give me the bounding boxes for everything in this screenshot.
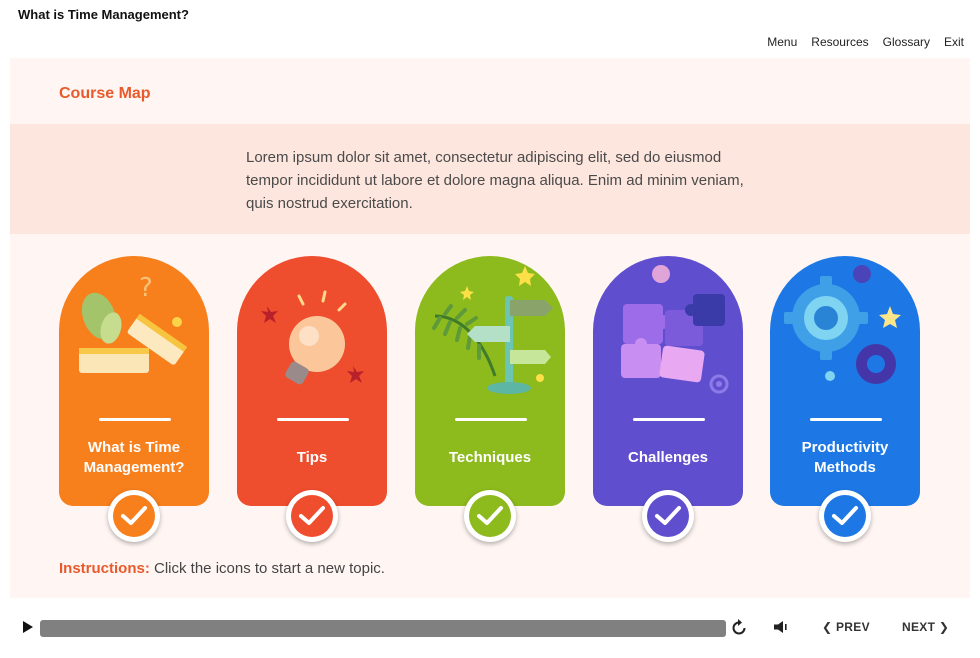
checkmark-icon (655, 506, 681, 525)
next-button[interactable]: NEXT ❯ (902, 620, 949, 634)
topic-card-challenges[interactable]: Challenges (593, 256, 743, 506)
topic-complete-check-productivity-methods[interactable] (819, 490, 871, 542)
replay-icon[interactable] (730, 619, 748, 637)
checkmark-icon (477, 506, 503, 525)
topic-label: Challenges (627, 449, 709, 466)
topic-label: What is Time Management? (83, 439, 185, 476)
lightbulb-icon (261, 290, 364, 385)
topic-complete-check-tips[interactable] (286, 490, 338, 542)
seek-bar[interactable] (40, 620, 726, 637)
glossary-link[interactable]: Glossary (883, 35, 930, 49)
prev-button[interactable]: ❮ PREV (822, 620, 870, 634)
menu-link[interactable]: Menu (767, 35, 797, 49)
exit-link[interactable]: Exit (944, 35, 964, 49)
topic-complete-check-techniques[interactable] (464, 490, 516, 542)
play-icon[interactable] (22, 620, 34, 634)
checkmark-icon (299, 506, 325, 525)
instructions-label: Instructions: (59, 560, 150, 577)
card-divider (633, 418, 705, 421)
volume-icon[interactable] (773, 620, 789, 634)
player-controls: ❮ PREV NEXT ❯ (0, 615, 980, 641)
chevron-right-icon: ❯ (935, 620, 950, 634)
chevron-left-icon: ❮ (822, 620, 836, 634)
topic-complete-check-what-is-time-management[interactable] (108, 490, 160, 542)
topic-card-techniques[interactable]: Techniques (415, 256, 565, 506)
checkmark-icon (832, 506, 858, 525)
svg-text:?: ? (139, 273, 153, 303)
top-navigation: Menu Resources Glossary Exit (767, 35, 964, 49)
intro-text: Lorem ipsum dolor sit amet, consectetur … (246, 149, 744, 212)
resources-link[interactable]: Resources (811, 35, 868, 49)
intro-band: Lorem ipsum dolor sit amet, consectetur … (10, 124, 970, 234)
card-divider (455, 418, 527, 421)
slide-content: Course Map Lorem ipsum dolor sit amet, c… (10, 58, 970, 598)
gears-icon (784, 265, 901, 384)
instructions-text: Click the icons to start a new topic. (149, 560, 385, 577)
card-divider (99, 418, 171, 421)
instructions: Instructions: Click the icons to start a… (59, 560, 385, 577)
checkmark-icon (121, 506, 147, 525)
slide-heading: Course Map (59, 85, 151, 102)
topic-label: Tips (296, 449, 328, 466)
topic-card-what-is-time-management[interactable]: ? What is Time Management? (59, 256, 209, 506)
topic-card-productivity-methods[interactable]: Productivity Methods (770, 256, 920, 506)
puzzle-icon (621, 265, 729, 394)
books-plant-icon: ? (79, 273, 188, 373)
course-title: What is Time Management? (18, 7, 189, 22)
topic-label: Techniques (448, 449, 532, 466)
topic-complete-check-challenges[interactable] (642, 490, 694, 542)
topic-card-tips[interactable]: Tips (237, 256, 387, 506)
card-divider (277, 418, 349, 421)
card-divider (810, 418, 882, 421)
topic-label: Productivity Methods (801, 439, 889, 476)
signpost-icon (432, 266, 553, 394)
